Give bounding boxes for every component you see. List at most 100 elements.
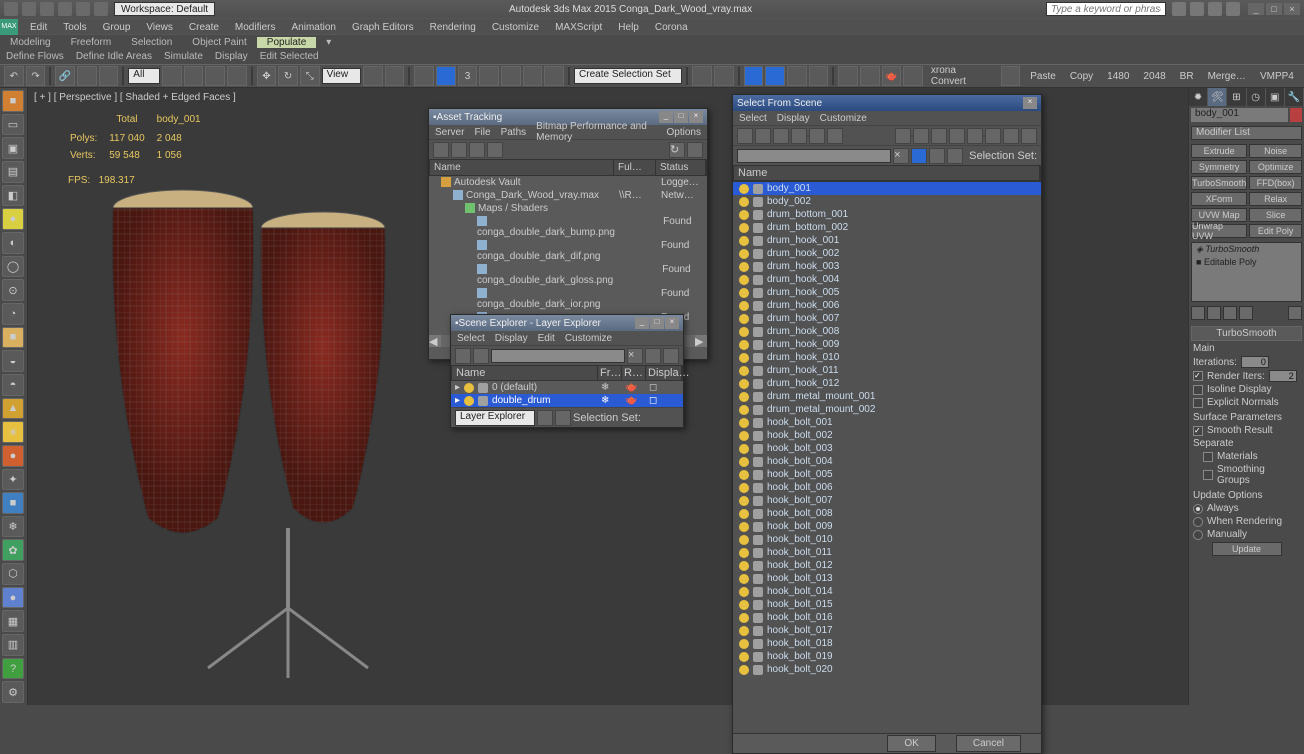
sfs-tb-icon[interactable] — [1021, 128, 1037, 144]
window-close-button[interactable]: × — [1284, 3, 1300, 15]
object-name-input[interactable]: body_001 — [1191, 108, 1288, 122]
lt-icon[interactable]: ● — [2, 208, 24, 230]
corona-icon[interactable] — [1001, 66, 1021, 86]
se-col-render[interactable]: R… — [622, 366, 646, 380]
menu-animation[interactable]: Animation — [283, 22, 343, 33]
mirror-icon[interactable] — [692, 66, 712, 86]
sfs-menu-item[interactable]: Customize — [820, 113, 867, 124]
lt-icon[interactable]: ▲ — [2, 398, 24, 420]
tab-modify-icon[interactable]: 🛠 — [1208, 88, 1227, 106]
menu-views[interactable]: Views — [138, 22, 181, 33]
sfs-item[interactable]: drum_hook_005 — [733, 286, 1041, 299]
ok-button[interactable]: OK — [887, 735, 935, 752]
tab-utilities-icon[interactable]: 🔧 — [1285, 88, 1304, 106]
sfs-item[interactable]: drum_hook_008 — [733, 325, 1041, 338]
ribbon-panel-define-flows[interactable]: Define Flows — [6, 51, 64, 62]
sfs-item[interactable]: hook_bolt_004 — [733, 455, 1041, 468]
render-iters-checkbox[interactable] — [1193, 371, 1203, 381]
lt-icon[interactable]: ◯ — [2, 256, 24, 278]
mod-btn-turbosmooth[interactable]: TurboSmooth — [1191, 176, 1247, 190]
tab-display-icon[interactable]: ▣ — [1266, 88, 1285, 106]
render-setup-icon[interactable] — [838, 66, 858, 86]
at-menu-item[interactable]: Options — [667, 127, 701, 138]
sfs-tb-icon[interactable] — [809, 128, 825, 144]
show-end-icon[interactable] — [1207, 306, 1221, 320]
se-col-name[interactable]: Name — [452, 366, 598, 380]
stack-item[interactable]: ■ Editable Poly — [1192, 256, 1301, 268]
render-prod-icon[interactable] — [903, 66, 923, 86]
ribbon-panel-define-idle-areas[interactable]: Define Idle Areas — [76, 51, 152, 62]
at-col-full[interactable]: Ful… — [614, 160, 656, 175]
menu-help[interactable]: Help — [610, 22, 647, 33]
scale-icon[interactable]: ⤡ — [300, 66, 320, 86]
menu-rendering[interactable]: Rendering — [422, 22, 484, 33]
sfs-item[interactable]: hook_bolt_002 — [733, 429, 1041, 442]
selection-filter-combo[interactable]: All — [128, 68, 160, 84]
select-object-icon[interactable] — [162, 66, 182, 86]
se-layer-icon[interactable] — [663, 348, 679, 364]
workspace-combo[interactable]: Workspace: Default — [114, 2, 215, 16]
sfs-item[interactable]: hook_bolt_014 — [733, 585, 1041, 598]
sfs-tb-icon[interactable] — [967, 128, 983, 144]
rollout-turbosmooth[interactable]: TurboSmooth — [1191, 326, 1302, 341]
se-col-frozen[interactable]: Fr… — [598, 366, 622, 380]
sfs-item[interactable]: hook_bolt_005 — [733, 468, 1041, 481]
update-button[interactable]: Update — [1212, 542, 1282, 556]
dialog-close-button[interactable]: × — [1023, 97, 1037, 109]
sfs-tb-icon[interactable] — [737, 128, 753, 144]
menu-edit[interactable]: Edit — [22, 22, 55, 33]
cancel-button[interactable]: Cancel — [956, 735, 1021, 752]
move-icon[interactable]: ✥ — [257, 66, 277, 86]
lt-icon[interactable]: ■ — [2, 327, 24, 349]
sfs-item[interactable]: drum_bottom_002 — [733, 221, 1041, 234]
sfs-list[interactable]: body_001body_002drum_bottom_001drum_bott… — [733, 181, 1041, 733]
snap-c-icon[interactable] — [544, 66, 564, 86]
materials-checkbox[interactable] — [1203, 452, 1213, 462]
named-sel-set-combo[interactable]: Create Selection Set — [574, 68, 682, 84]
sfs-tb-icon[interactable] — [755, 128, 771, 144]
sfs-item[interactable]: hook_bolt_001 — [733, 416, 1041, 429]
sfs-item[interactable]: drum_metal_mount_001 — [733, 390, 1041, 403]
se-search-input[interactable] — [491, 349, 625, 363]
angle-snap-icon[interactable] — [436, 66, 456, 86]
at-menu-item[interactable]: Server — [435, 127, 464, 138]
se-col-display[interactable]: Displa… — [646, 366, 682, 380]
se-tb-icon[interactable] — [455, 348, 471, 364]
sfs-item[interactable]: hook_bolt_009 — [733, 520, 1041, 533]
qat-project-icon[interactable] — [94, 2, 108, 16]
tab-motion-icon[interactable]: ◷ — [1247, 88, 1266, 106]
sfs-tb-icon[interactable] — [791, 128, 807, 144]
dialog-minimize-button[interactable]: _ — [659, 111, 673, 123]
menu-graph-editors[interactable]: Graph Editors — [344, 22, 422, 33]
tab-create-icon[interactable]: ✹ — [1189, 88, 1208, 106]
lt-icon[interactable]: ✿ — [2, 539, 24, 561]
at-tb-icon[interactable] — [451, 142, 467, 158]
sfs-collapse-icon[interactable] — [947, 148, 963, 164]
sfs-item[interactable]: body_001 — [733, 182, 1041, 195]
sfs-item[interactable]: drum_hook_007 — [733, 312, 1041, 325]
sfs-item[interactable]: hook_bolt_019 — [733, 650, 1041, 663]
dialog-close-button[interactable]: × — [689, 111, 703, 123]
sfs-tb-icon[interactable] — [773, 128, 789, 144]
at-row[interactable]: Maps / Shaders — [429, 202, 707, 215]
lt-icon[interactable]: ● — [2, 587, 24, 609]
lt-icon[interactable]: ◔ — [2, 303, 24, 325]
sfs-item[interactable]: hook_bolt_020 — [733, 663, 1041, 676]
sfs-item[interactable]: hook_bolt_013 — [733, 572, 1041, 585]
lt-icon[interactable]: ⬡ — [2, 563, 24, 585]
at-options-icon[interactable] — [687, 142, 703, 158]
sfs-item[interactable]: hook_bolt_008 — [733, 507, 1041, 520]
sfs-item[interactable]: hook_bolt_003 — [733, 442, 1041, 455]
sfs-item[interactable]: drum_hook_006 — [733, 299, 1041, 312]
render-iters-spinner[interactable]: 2 — [1269, 370, 1297, 382]
render-icon[interactable]: 🫖 — [882, 66, 902, 86]
br-label[interactable]: BR — [1174, 71, 1200, 82]
ribbon-tab-selection[interactable]: Selection — [121, 37, 182, 48]
sfs-item[interactable]: hook_bolt_007 — [733, 494, 1041, 507]
redo-icon[interactable]: ↷ — [26, 66, 46, 86]
ribbon-panel-display[interactable]: Display — [215, 51, 248, 62]
at-row[interactable]: Autodesk VaultLogge… — [429, 176, 707, 189]
se-config-icon[interactable] — [645, 348, 661, 364]
sfs-item[interactable]: drum_hook_011 — [733, 364, 1041, 377]
percent-snap-icon[interactable]: 3 — [458, 66, 478, 86]
